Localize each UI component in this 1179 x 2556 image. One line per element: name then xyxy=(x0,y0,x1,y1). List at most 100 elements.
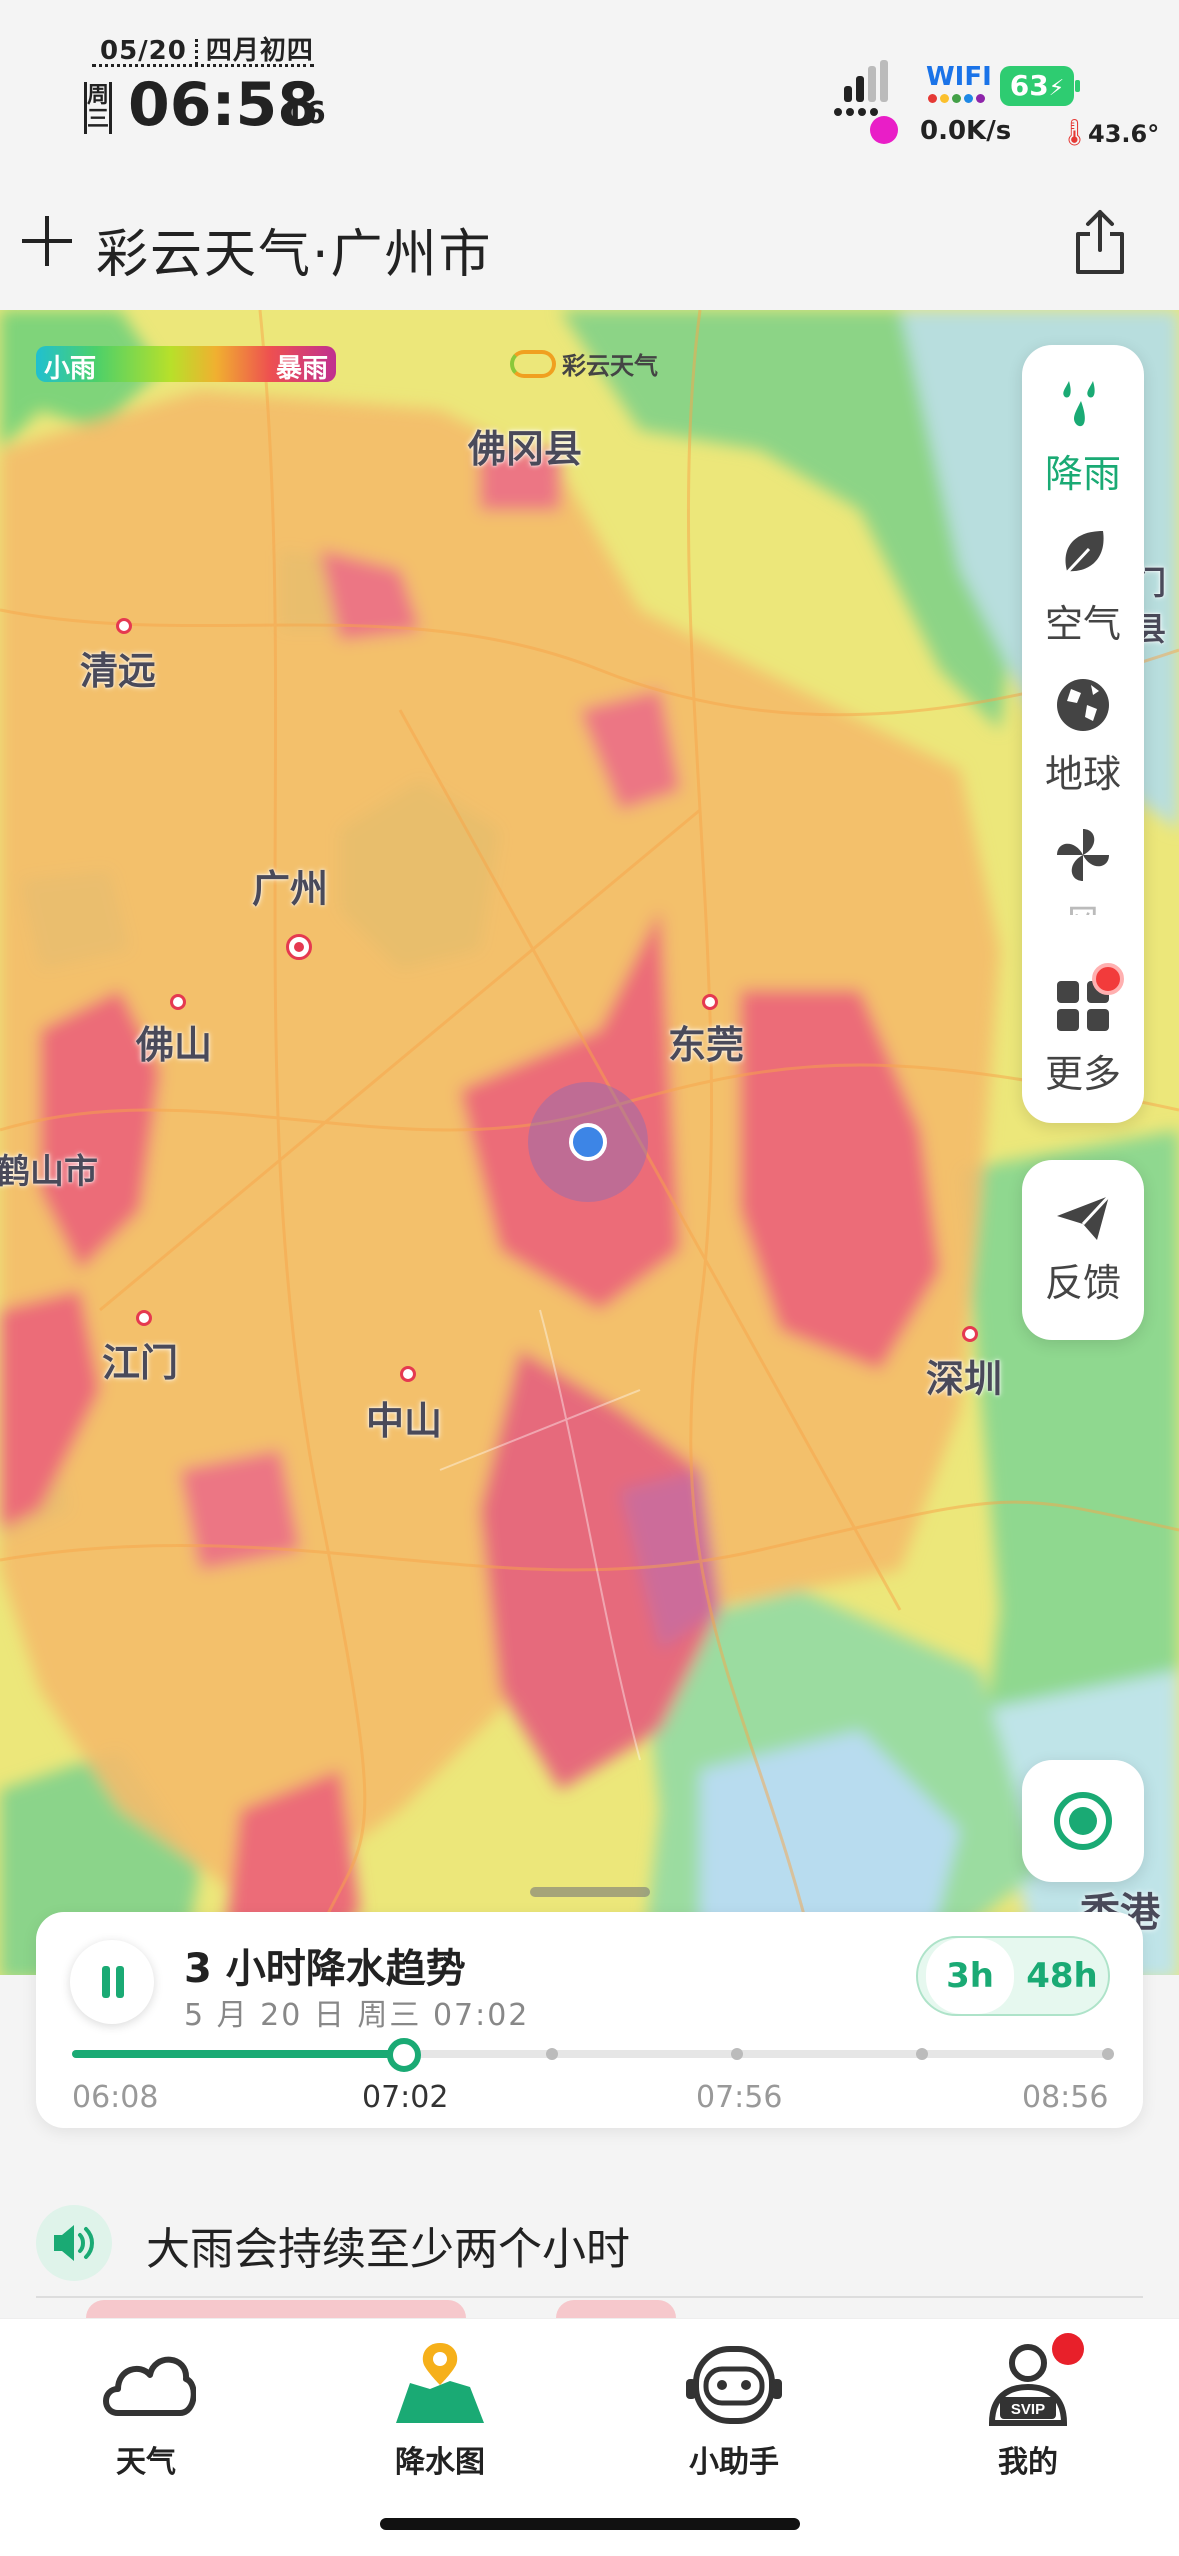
title-bar: 彩云天气·广州市 xyxy=(0,190,1179,310)
tab-weather[interactable]: 天气 xyxy=(66,2339,226,2481)
city-marker-jiangmen xyxy=(136,1310,152,1326)
tab-label: 降水图 xyxy=(395,2445,485,2480)
precipitation-map[interactable]: 小雨 暴雨 彩云天气 佛冈县 清远 广州 佛山 东莞 鹤山市 江门 中山 深圳 … xyxy=(0,310,1179,1980)
globe-icon xyxy=(1057,679,1109,731)
locate-me-button[interactable] xyxy=(1022,1760,1144,1882)
rain-map-icon xyxy=(396,2343,484,2423)
city-marker-qingyuan xyxy=(116,618,132,634)
city-marker-shenzhen xyxy=(962,1326,978,1342)
city-label-jiangmen: 江门 xyxy=(102,1341,179,1385)
city-label-fogang: 佛冈县 xyxy=(468,427,583,471)
svg-text:SVIP: SVIP xyxy=(1011,2401,1045,2418)
forecast-timestamp: 5 月 20 日 周三 07:02 xyxy=(184,1998,530,2033)
city-label-heshan: 鹤山市 xyxy=(0,1152,98,1192)
precipitation-chart-peek xyxy=(36,2296,1143,2318)
notification-badge xyxy=(1092,963,1124,995)
city-marker-foshan xyxy=(170,994,186,1010)
layer-wind[interactable]: 风 xyxy=(1022,825,1144,915)
speaker-icon xyxy=(54,2225,94,2261)
legend-low-label: 小雨 xyxy=(44,354,97,384)
thermometer-icon: 🌡 xyxy=(1058,118,1092,148)
tick-label-current: 07:02 xyxy=(362,2080,449,2115)
network-speed: 0.0K/s xyxy=(920,116,1012,146)
status-divider xyxy=(92,64,314,67)
layer-label: 更多 xyxy=(1044,1052,1121,1096)
timeline-progress xyxy=(72,2050,404,2058)
tick-label: 08:56 xyxy=(1022,2080,1109,2115)
city-label-dongguan: 东莞 xyxy=(668,1023,745,1067)
forecast-title: 3 小时降水趋势 xyxy=(184,1946,466,1992)
device-temperature: 43.6° xyxy=(1088,120,1160,148)
pause-button[interactable] xyxy=(70,1940,154,2024)
watermark-text: 彩云天气 xyxy=(562,352,658,380)
battery-tip xyxy=(1075,80,1080,92)
status-seconds: 16 xyxy=(284,96,326,131)
city-marker-guangzhou xyxy=(286,934,312,960)
tab-label: 天气 xyxy=(116,2445,176,2480)
status-weekday: 周三 xyxy=(84,82,112,134)
city-marker-zhongshan xyxy=(400,1366,416,1382)
page-title: 彩云天气·广州市 xyxy=(96,225,493,285)
timeline-step xyxy=(546,2048,558,2060)
tick-label: 07:56 xyxy=(696,2080,783,2115)
rain-drops-icon xyxy=(1063,381,1095,427)
layer-more[interactable]: 更多 xyxy=(1022,975,1144,1098)
timeline-step xyxy=(1102,2048,1114,2060)
leaf-icon xyxy=(1059,531,1104,581)
paper-plane-icon xyxy=(1057,1194,1111,1240)
tab-label: 小助手 xyxy=(689,2445,779,2480)
city-marker-dongguan xyxy=(702,994,718,1010)
layer-air[interactable]: 空气 xyxy=(1022,525,1144,648)
wifi-strength-icon xyxy=(928,94,985,103)
status-bar: 05/20 四月初四 周三 06:58 16 WIFI 63⚡ 0.0K/s 🌡 … xyxy=(0,0,1179,190)
city-label-shenzhen: 深圳 xyxy=(926,1357,1003,1401)
city-label-guangzhou: 广州 xyxy=(252,867,329,911)
layer-earth[interactable]: 地球 xyxy=(1022,675,1144,798)
feedback-label: 反馈 xyxy=(1044,1261,1121,1305)
forecast-card: 3 小时降水趋势 5 月 20 日 周三 07:02 3h 48h 06:08 … xyxy=(36,1912,1143,2128)
layer-label: 空气 xyxy=(1044,602,1121,646)
user-location-marker xyxy=(569,1123,607,1161)
summary-text: 大雨会持续至少两个小时 xyxy=(146,2224,630,2275)
battery-indicator: 63⚡ xyxy=(1000,66,1074,106)
legend-high-label: 暴雨 xyxy=(275,354,328,384)
tick-label: 06:08 xyxy=(72,2080,159,2115)
share-icon[interactable] xyxy=(1070,206,1130,276)
layer-label: 风 xyxy=(1022,893,1144,915)
assistant-robot-icon xyxy=(686,2346,782,2424)
sheet-drag-handle[interactable] xyxy=(530,1887,650,1897)
wifi-label: WIFI xyxy=(926,62,992,92)
layer-label: 地球 xyxy=(1044,752,1121,796)
profile-notification-badge xyxy=(1052,2333,1084,2365)
caiyun-logo-icon xyxy=(510,349,556,378)
range-toggle: 3h 48h xyxy=(916,1936,1110,2016)
city-label-zhongshan: 中山 xyxy=(366,1399,443,1443)
add-location-button[interactable] xyxy=(22,216,72,266)
forecast-summary: 大雨会持续至少两个小时 xyxy=(36,2195,1143,2285)
home-indicator[interactable] xyxy=(380,2518,800,2530)
precipitation-legend: 小雨 暴雨 xyxy=(36,346,336,384)
tab-profile[interactable]: SVIP 我的 xyxy=(948,2339,1108,2481)
map-layer-panel: 降雨 空气 地球 风 更多 xyxy=(1022,345,1144,1123)
city-label-foshan: 佛山 xyxy=(136,1023,213,1067)
feedback-button[interactable]: 反馈 xyxy=(1022,1160,1144,1340)
tab-assistant[interactable]: 小助手 xyxy=(654,2339,814,2481)
cloud-icon xyxy=(103,2356,197,2416)
pinwheel-icon xyxy=(1057,829,1109,881)
range-48h-option[interactable]: 48h xyxy=(1018,1938,1106,2014)
brand-watermark: 彩云天气 xyxy=(510,346,658,381)
layer-label: 降雨 xyxy=(1044,452,1121,496)
timeline-step xyxy=(731,2048,743,2060)
timeline-step xyxy=(916,2048,928,2060)
tab-label: 我的 xyxy=(998,2445,1058,2480)
locate-dot-icon xyxy=(1069,1807,1097,1835)
range-3h-option[interactable]: 3h xyxy=(926,1938,1014,2014)
timeline-knob[interactable] xyxy=(386,2038,421,2072)
speaker-button[interactable] xyxy=(36,2205,112,2281)
status-date: 05/20 四月初四 xyxy=(100,36,314,66)
layer-rain[interactable]: 降雨 xyxy=(1022,375,1144,498)
network-speed-icon xyxy=(870,116,898,144)
cellular-signal-icon xyxy=(834,60,888,116)
tab-precip-map[interactable]: 降水图 xyxy=(360,2339,520,2481)
city-label-qingyuan: 清远 xyxy=(80,649,157,693)
